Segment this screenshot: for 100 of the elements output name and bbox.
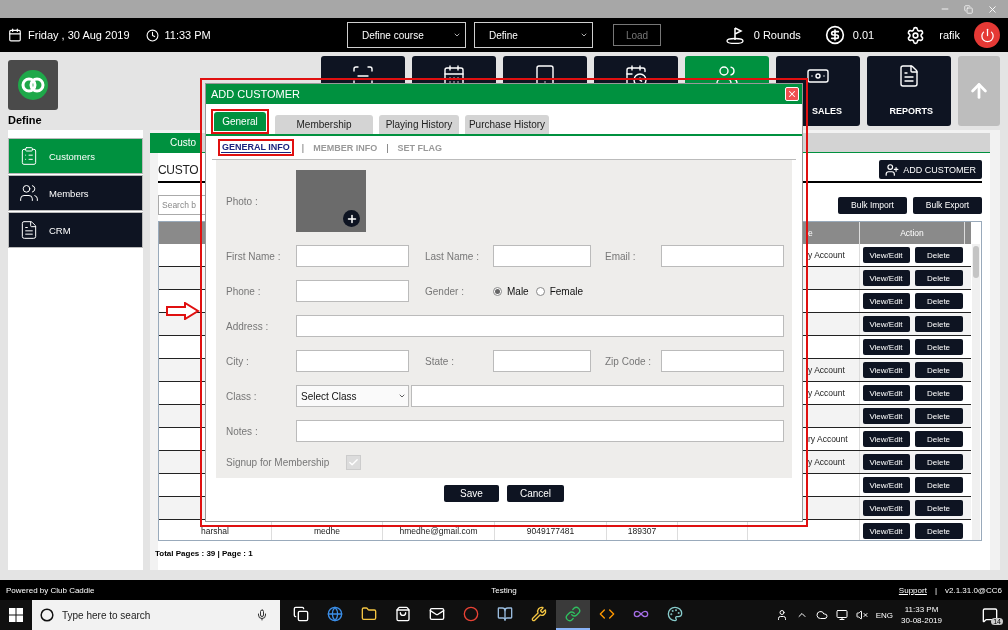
view-edit-button[interactable]: View/Edit [862,523,910,539]
delete-button[interactable]: Delete [914,385,963,401]
table-cell: ry Account [808,434,848,444]
dialog-tab[interactable]: Purchase History [465,115,549,134]
table-cell: y Account [808,365,845,375]
check-icon [348,457,360,468]
table-cell: harshal [201,526,229,536]
input-field[interactable] [493,245,591,267]
input-field[interactable] [661,245,784,267]
view-edit-button[interactable]: View/Edit [862,385,910,401]
users-icon [19,183,39,203]
delete-button[interactable]: Delete [914,454,963,470]
field-label: Phone : [226,285,262,297]
delete-button[interactable]: Delete [914,408,963,424]
define-select[interactable]: Define [474,22,593,48]
field-label: Gender : [425,285,465,297]
power-icon [979,27,995,43]
time-text: 11:33 PM [164,29,211,41]
view-edit-button[interactable]: View/Edit [862,500,910,516]
input-field[interactable] [296,350,409,372]
input-field[interactable] [661,350,784,372]
view-edit-button[interactable]: View/Edit [862,477,910,493]
arrow-up-icon [968,80,990,102]
section-tab[interactable]: GENERAL INFO [221,142,291,153]
field-label: City : [226,355,250,367]
cancel-button[interactable]: Cancel [507,485,564,502]
course-select[interactable]: Define course [347,22,466,48]
powered-by-text: Powered by Club Caddie [6,585,96,595]
input-field[interactable] [411,385,784,407]
delete-button[interactable]: Delete [914,523,963,539]
radio-button[interactable] [535,286,545,296]
field-label: Address : [226,320,270,332]
table-cell: y Account [808,457,845,467]
dialog-title: ADD CUSTOMER [211,88,301,100]
dialog-tab[interactable]: Playing History [379,115,459,134]
sidebar-item[interactable]: CRM [8,212,143,248]
close-button[interactable] [785,87,799,101]
view-edit-button[interactable]: View/Edit [862,270,910,286]
close-icon[interactable] [987,3,998,15]
input-field[interactable] [493,350,591,372]
field-label: Photo : [226,195,259,207]
view-edit-button[interactable]: View/Edit [862,454,910,470]
bulk-button[interactable]: Bulk Import [838,196,907,214]
view-edit-button[interactable]: View/Edit [862,362,910,378]
field-label: State : [425,355,455,367]
module-tile[interactable]: REPORTS [867,56,951,126]
delete-button[interactable]: Delete [914,270,963,286]
support-link[interactable]: Support [898,585,927,595]
table-cell: hmedhe@gmail.com [399,526,478,536]
radio-button[interactable] [493,286,502,296]
customers-tab[interactable]: Custo [150,133,200,152]
delete-button[interactable]: Delete [914,500,963,516]
balance-text: 0.01 [852,29,875,41]
taskbar-search[interactable]: Type here to search [32,600,280,630]
dialog-tab[interactable]: Membership [275,115,373,134]
language-text: ENG [875,610,894,620]
sidebar-item[interactable]: Customers [8,138,143,174]
delete-button[interactable]: Delete [914,477,963,493]
scrollbar[interactable] [972,244,980,540]
view-edit-button[interactable]: View/Edit [862,339,910,355]
view-edit-button[interactable]: View/Edit [862,408,910,424]
link-icon [565,606,581,622]
field-label: Notes : [226,425,259,437]
calendar-icon [8,28,22,42]
power-button[interactable] [974,22,1000,48]
delete-button[interactable]: Delete [914,339,963,355]
field-label: Email : [605,250,637,262]
view-edit-button[interactable]: View/Edit [862,316,910,332]
settings-icon[interactable] [906,25,926,45]
folder-icon [361,606,377,622]
delete-button[interactable]: Delete [914,431,963,447]
class-select[interactable]: Select Class [296,385,409,407]
delete-button[interactable]: Delete [914,316,963,332]
view-edit-button[interactable]: View/Edit [862,293,910,309]
page-total: Total Pages : 39 | Page : 1 [155,549,254,558]
caret-icon [580,31,588,39]
delete-button[interactable]: Delete [914,293,963,309]
input-field[interactable] [296,420,784,442]
mail-icon [429,606,445,622]
delete-button[interactable]: Delete [914,247,963,263]
bulk-button[interactable]: Bulk Export [913,196,982,214]
table-cell: 9049177481 [526,526,575,536]
table-cell: y Account [808,388,845,398]
taskbar-clock[interactable]: 11:33 PM 30-08-2019 [901,604,942,626]
sidebar-item[interactable]: Members [8,175,143,211]
field-label: Last Name : [425,250,480,262]
delete-button[interactable]: Delete [914,362,963,378]
view-edit-button[interactable]: View/Edit [862,247,910,263]
photo-placeholder[interactable] [296,170,366,232]
save-button[interactable]: Save [444,485,499,502]
input-field[interactable] [296,315,784,337]
network-icon [835,609,848,621]
document-icon [897,64,921,88]
add-photo-icon[interactable] [343,210,360,227]
view-edit-button[interactable]: View/Edit [862,431,910,447]
dialog-tab[interactable]: General [214,112,266,131]
input-field[interactable] [296,245,409,267]
input-field[interactable] [296,280,409,302]
add-customer-button[interactable]: ADD CUSTOMER [879,160,982,179]
search-icon [40,608,54,622]
